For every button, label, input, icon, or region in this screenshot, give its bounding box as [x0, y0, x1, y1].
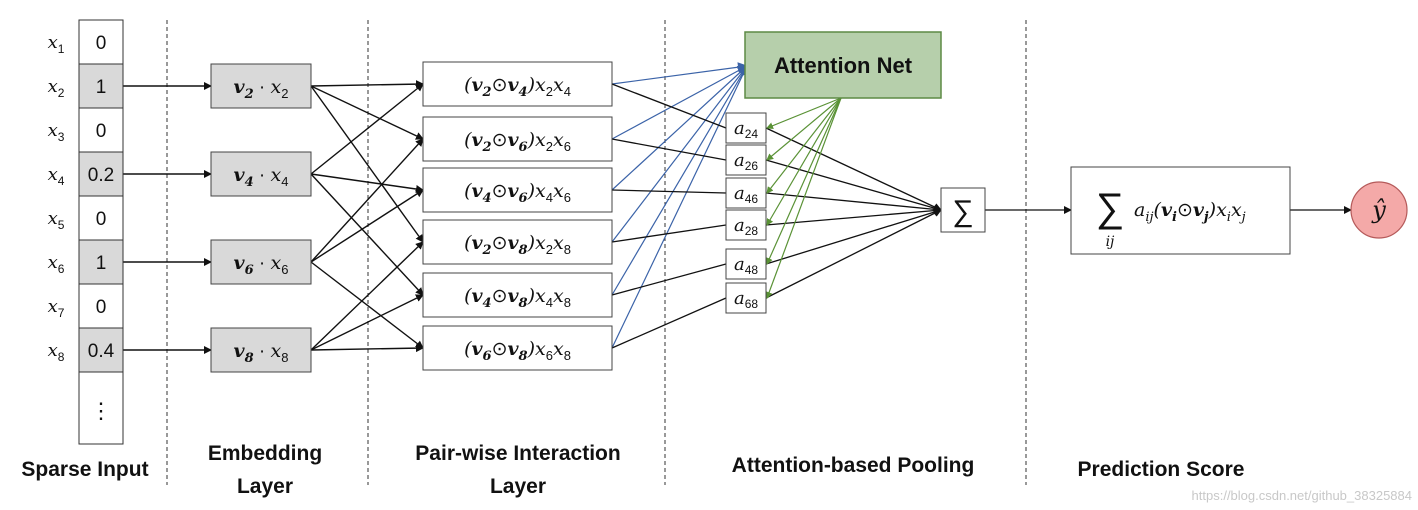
interaction-to-weight-line — [611, 263, 727, 296]
embedding-to-interaction-arrow — [310, 85, 424, 140]
sparse-input-cell: 1 x2 — [48, 63, 124, 109]
embedding-to-interaction-arrow — [310, 173, 424, 296]
feature-label: x6 — [48, 252, 65, 276]
sparse-input-cell: 0.2 x4 — [48, 151, 124, 197]
attention-net: Attention Net — [744, 31, 942, 99]
label-interaction-line1: Pair-wise Interaction — [415, 442, 620, 465]
label-embedding-line2: Layer — [237, 475, 293, 498]
output-y-hat: ŷ — [1371, 196, 1386, 224]
sparse-input-value: 0 — [96, 33, 107, 54]
weight-to-sum-arrow — [765, 159, 942, 212]
embedding-to-interaction-arrow — [310, 241, 424, 351]
embedding-to-interaction-arrow — [310, 261, 424, 349]
sparse-input-cell: 0 x1 — [48, 19, 124, 65]
label-embedding-line1: Embedding — [208, 442, 322, 465]
weight-to-sum-arrow — [765, 127, 942, 211]
sparse-input-cell: 0 x7 — [48, 283, 124, 329]
sum-icon: ∑ — [952, 195, 973, 228]
label-pooling: Attention-based Pooling — [732, 454, 975, 477]
label-interaction-line2: Layer — [490, 475, 546, 498]
sparse-input-value: 0.2 — [88, 165, 114, 186]
attention-net-label: Attention Net — [774, 53, 913, 78]
interaction-box: (v4⊙v8)x4x8 — [422, 272, 613, 318]
embedding-box: v8 · x8 — [210, 327, 312, 373]
attention-weight-box: a48 — [725, 248, 767, 280]
interaction-to-attention-arrow — [611, 62, 748, 85]
interaction-box: (v2⊙v6)x2x6 — [422, 116, 613, 162]
formula-sum-icon: ∑ — [1096, 186, 1125, 230]
embedding-box: v2 · x2 — [210, 63, 312, 109]
sparse-input-value: 0.4 — [88, 341, 115, 362]
embedding-to-interaction-arrow — [310, 173, 424, 193]
feature-label: x5 — [48, 208, 65, 232]
embedding-box: v4 · x4 — [210, 151, 312, 197]
watermark: https://blog.csdn.net/github_38325884 — [1192, 488, 1412, 503]
embedding-to-interaction-arrow — [310, 83, 424, 175]
embedding-to-interaction-arrow — [310, 85, 424, 243]
embedding-box: v6 · x6 — [210, 239, 312, 285]
interaction-box: (v2⊙v8)x2x8 — [422, 219, 613, 265]
attention-weight-box: a24 — [725, 112, 767, 144]
interaction-box: (v4⊙v6)x4x6 — [422, 167, 613, 213]
sparse-input-cell: 0.4 x8 — [48, 327, 124, 373]
ellipsis-icon: ⋮ — [90, 398, 112, 423]
sparse-input-value: 0 — [96, 209, 107, 230]
interaction-to-weight-line — [611, 297, 727, 349]
embedding-to-interaction-arrow — [310, 294, 424, 351]
sparse-input-cell: 0 x5 — [48, 195, 124, 241]
attention-to-weight-arrow — [766, 97, 842, 226]
attention-weight-box: a26 — [725, 144, 767, 176]
embedding-to-interaction-arrow — [310, 344, 424, 353]
interaction-to-weight-line — [611, 83, 727, 129]
feature-label: x1 — [48, 32, 65, 56]
sparse-input-value: 1 — [96, 253, 107, 274]
embedding-to-interaction-arrow — [310, 80, 424, 89]
feature-label: x3 — [48, 120, 65, 144]
output-node: ŷ — [1350, 181, 1408, 239]
feature-label: x4 — [48, 164, 65, 188]
sparse-input-value: 1 — [96, 77, 107, 98]
interaction-box: (v2⊙v4)x2x4 — [422, 61, 613, 107]
attention-to-weight-arrow — [765, 97, 842, 299]
attention-weight-box: a28 — [725, 209, 767, 241]
feature-label: x2 — [48, 76, 65, 100]
attention-weight-box: a46 — [725, 177, 767, 209]
sparse-input-cell: 1 x6 — [48, 239, 124, 285]
interaction-to-weight-line — [611, 189, 727, 194]
interaction-to-weight-line — [611, 138, 727, 161]
layer-labels: Sparse Input Embedding Layer Pair-wise I… — [21, 442, 1412, 503]
label-sparse-input: Sparse Input — [21, 458, 148, 481]
formula-sum-subscript: ij — [1106, 234, 1115, 250]
attention-weight-box: a68 — [725, 282, 767, 314]
interaction-box: (v6⊙v8)x6x8 — [422, 325, 613, 371]
feature-label: x8 — [48, 340, 65, 364]
sum-node: ∑ — [940, 187, 986, 233]
feature-label: x7 — [48, 296, 65, 320]
sparse-input-value: 0 — [96, 297, 107, 318]
label-prediction: Prediction Score — [1078, 458, 1245, 481]
afm-diagram: 0 x1 1 x2 0 x3 0.2 x4 0 x5 1 x6 0 x7 0.4 x8 ⋮ v2 · x2 v4 ·… — [21, 19, 1412, 503]
sparse-input-cell: 0 x3 — [48, 107, 124, 153]
prediction-formula: ∑ijaij(vi⊙vj)xixj — [1070, 166, 1291, 255]
sparse-input-value: 0 — [96, 121, 107, 142]
